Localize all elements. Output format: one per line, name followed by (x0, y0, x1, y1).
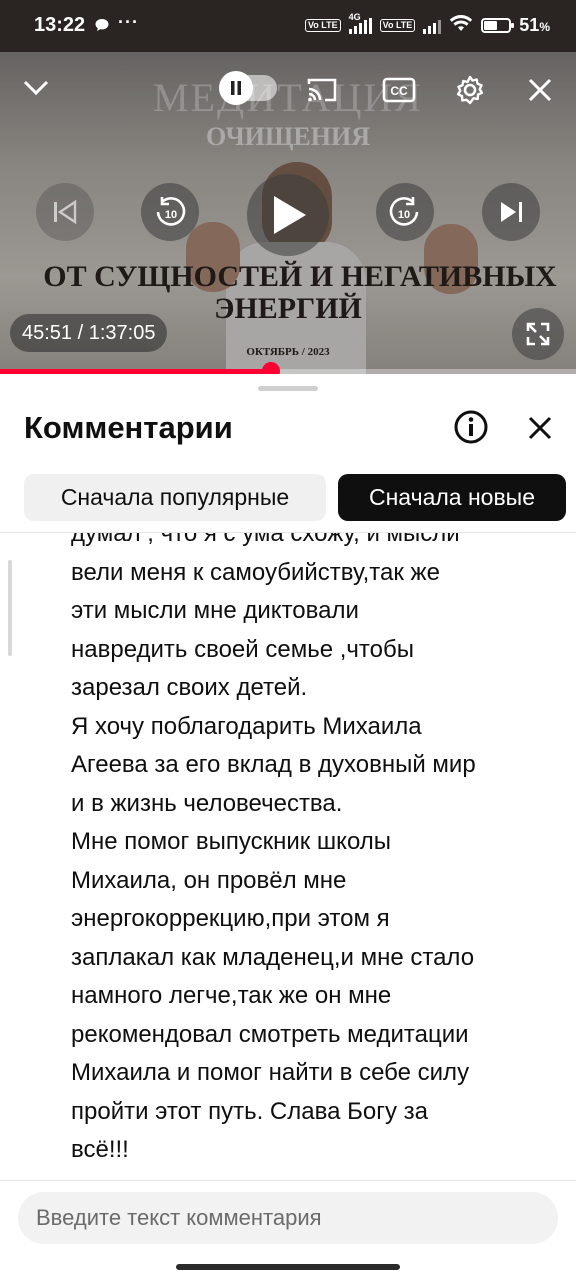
sheet-drag-handle[interactable] (258, 386, 318, 391)
comment-line: вели меня к самоубийству,так же (71, 558, 440, 586)
volte-badge: Vo LTE (304, 19, 341, 32)
comment-line: пройти этот путь. Слава Богу за (71, 1097, 428, 1125)
comment-line: Агеева за его вклад в духовный мир (71, 751, 476, 778)
gear-icon[interactable] (450, 70, 490, 110)
network-type: 4G (348, 11, 361, 22)
wifi-icon (449, 14, 473, 37)
status-time: 13:22 (34, 14, 86, 36)
pause-icon (219, 71, 253, 105)
gesture-nav-bar[interactable] (176, 1264, 400, 1270)
comment-line: Михаила, он провёл мне (71, 866, 347, 894)
chat-bubble-icon (94, 17, 110, 38)
comment-line: Мне помог выпускник школы (71, 828, 392, 855)
comment-line: и в жизнь человечества. (71, 789, 343, 817)
forward-10-icon[interactable]: 10 (376, 183, 434, 241)
sheet-title: Комментарии (24, 410, 233, 445)
comment-line: намного легче,так же он мне (71, 982, 392, 1009)
comment-line: всё!!! (71, 1136, 129, 1163)
rewind-10-icon[interactable]: 10 (141, 183, 199, 241)
sort-popular-chip[interactable]: Сначала популярные (24, 474, 326, 521)
battery-icon (481, 18, 515, 33)
video-timecode: 45:51 / 1:37:05 (10, 314, 168, 352)
sort-newest-chip[interactable]: Сначала новые (338, 474, 566, 521)
svg-text:CC: CC (390, 84, 408, 98)
status-indicators: Vo LTE 4G Vo LTE 51% (304, 12, 550, 37)
video-player[interactable]: МЕДИТАЦИЯ ОЧИЩЕНИЯ ОТ СУЩНОСТЕЙ И НЕГАТИ… (0, 52, 576, 374)
status-bar: 13:22 ··· Vo LTE 4G Vo LTE 51% (0, 0, 576, 52)
info-icon[interactable] (452, 408, 490, 446)
comment-line: заплакал как младенец,и мне стало (71, 943, 475, 971)
cast-icon[interactable] (302, 70, 342, 110)
comment-line: навредить своей семье ,чтобы (71, 635, 414, 663)
volte-badge-2: Vo LTE (379, 19, 416, 32)
autoplay-toggle[interactable] (218, 70, 278, 106)
skip-previous-icon[interactable] (36, 183, 94, 241)
comment-line: зарезал своих детей. (71, 674, 308, 701)
close-icon[interactable] (520, 70, 560, 110)
comments-sheet: Комментарии Сначала популярные Сначала н… (0, 374, 576, 1280)
comment-line: Михаила и помог найти в себе силу (71, 1059, 470, 1086)
cc-icon[interactable]: CC (378, 70, 420, 110)
comment-scroll-area[interactable]: думал , что я с ума схожу, и мысли вели м… (0, 533, 576, 1181)
scrollbar[interactable] (8, 560, 12, 656)
svg-text:10: 10 (398, 209, 410, 221)
skip-next-icon[interactable] (482, 183, 540, 241)
battery-percent: 51% (519, 15, 550, 35)
comment-line: думал , что я с ума схожу, и мысли (71, 533, 460, 547)
comment-line: рекомендовал смотреть медитации (71, 1020, 469, 1048)
more-notifications-icon: ··· (118, 12, 139, 32)
signal-icon: 4G (348, 12, 372, 34)
fullscreen-icon[interactable] (512, 308, 564, 360)
comment-line: эти мысли мне диктовали (71, 597, 359, 624)
divider (0, 1180, 576, 1181)
comment-input[interactable]: Введите текст комментария (18, 1192, 558, 1244)
comment-text: думал , что я с ума схожу, и мысли вели м… (71, 533, 551, 1170)
comment-line: Я хочу поблагодарить Михаила (71, 712, 422, 740)
svg-text:10: 10 (165, 209, 177, 221)
play-icon[interactable] (247, 174, 329, 256)
comment-line: энергокоррекцию,при этом я (71, 905, 390, 932)
chevron-down-icon[interactable] (16, 68, 56, 108)
close-icon[interactable] (522, 410, 558, 446)
signal-icon-2 (423, 18, 442, 34)
